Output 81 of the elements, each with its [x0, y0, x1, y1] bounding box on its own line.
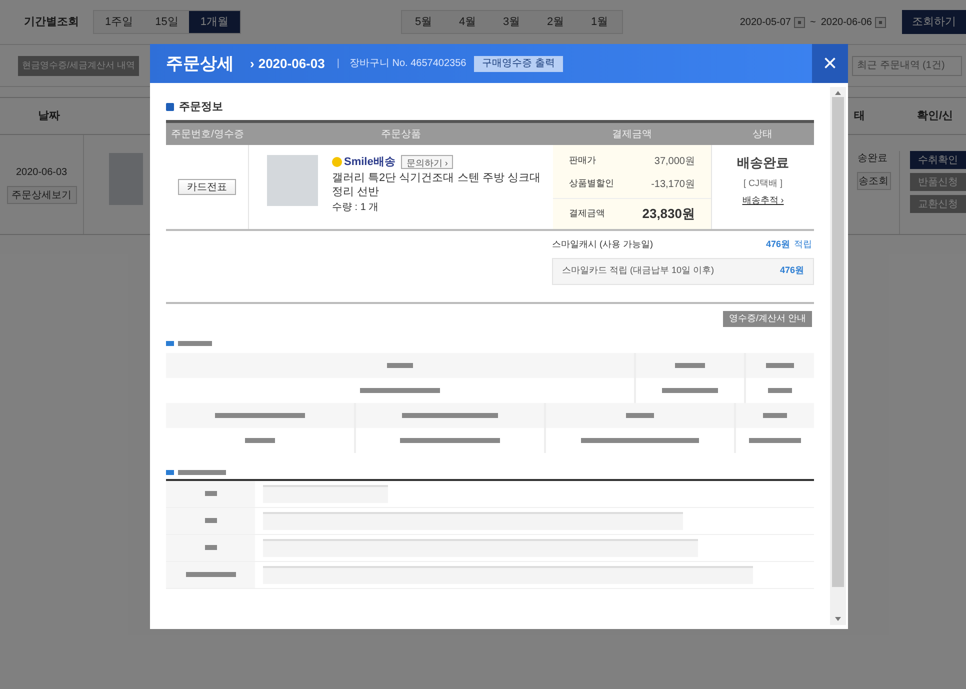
smile-cash-suffix: 적립 — [794, 238, 812, 251]
scroll-up-icon[interactable] — [835, 91, 841, 95]
order-date: 2020-06-03 — [16, 166, 68, 180]
product-name: 갤러리 특2단 식기건조대 스텐 주방 싱크대 정리 선반 — [332, 171, 542, 199]
action-button[interactable]: 수취확인 — [910, 151, 966, 169]
date-from: 2020-05-07 — [740, 16, 791, 30]
delivery-status: 배송완료 — [737, 154, 789, 172]
redacted-text — [204, 491, 216, 496]
filter-label: 기간별조회 — [24, 14, 79, 30]
column-header: 결제금액 — [611, 128, 653, 142]
card-reward-amount: 476원 — [780, 264, 804, 278]
redacted-text — [749, 438, 801, 442]
scroll-thumb[interactable] — [832, 97, 844, 587]
column-header: 태 — [854, 108, 865, 124]
total-label: 결제금액 — [569, 207, 605, 220]
redacted-text — [768, 388, 792, 392]
column-header: 주문상품 — [380, 128, 422, 142]
month-tab[interactable]: 1월 — [578, 11, 622, 33]
tracking-button[interactable]: 송조회 — [857, 172, 892, 190]
price-value: -13,170원 — [651, 178, 695, 192]
redacted-text — [662, 388, 718, 392]
redacted-text — [204, 545, 216, 550]
period-tab[interactable]: 1개월 — [189, 11, 240, 33]
redacted-text — [245, 438, 275, 442]
redacted-text — [675, 362, 705, 368]
order-status: 송완료 — [857, 152, 888, 166]
column-header: 상태 — [752, 128, 774, 142]
column-header: 주문번호/영수증 — [170, 128, 245, 142]
print-receipt-button[interactable]: 구매영수증 출력 — [474, 56, 563, 72]
card-reward-label: 스마일카드 적립 (대금납부 10일 이후) — [562, 264, 714, 278]
receipt-guide-button[interactable]: 영수증/계산서 안내 — [722, 310, 812, 326]
month-tab[interactable]: 4월 — [446, 11, 490, 33]
divider-mark: | — [336, 57, 340, 71]
period-tab[interactable]: 1주일 — [94, 11, 144, 33]
smile-cash-label: 스마일캐시 (사용 가능일) — [552, 238, 653, 251]
column-header: 확인/신 — [917, 108, 954, 124]
recent-orders-field[interactable]: 최근 주문내역 (1건) — [852, 56, 962, 76]
carrier-name: [ CJ택배 ] — [743, 176, 782, 190]
close-button[interactable]: × — [812, 44, 848, 83]
redacted-text — [763, 412, 787, 418]
modal-title: 주문상세 — [166, 52, 234, 75]
month-tab[interactable]: 5월 — [402, 11, 446, 33]
order-detail-button[interactable]: 주문상세보기 — [6, 186, 77, 204]
month-tab[interactable]: 3월 — [490, 11, 534, 33]
column-header: 날짜 — [37, 108, 61, 124]
month-tab[interactable]: 2월 — [534, 11, 578, 33]
redacted-text — [766, 362, 794, 368]
scroll-down-icon[interactable] — [835, 617, 841, 621]
date-separator: ~ — [810, 16, 816, 30]
redacted-text — [626, 412, 654, 418]
order-date: 2020-06-03 — [258, 54, 325, 73]
smile-icon — [332, 157, 342, 167]
product-photo — [267, 155, 318, 206]
redacted-text — [186, 572, 236, 577]
redacted-text — [178, 470, 226, 474]
price-label: 판매가 — [569, 154, 596, 167]
scrollbar[interactable] — [830, 87, 846, 625]
section-title: 주문정보 — [179, 100, 223, 115]
redacted-text — [178, 340, 212, 346]
tracking-link[interactable]: 배송추적 › — [742, 194, 784, 208]
section-marker-icon — [166, 103, 174, 111]
redacted-text — [387, 362, 413, 368]
cart-number: 장바구니 No. 4657402356 — [349, 57, 466, 71]
search-button[interactable]: 조회하기 — [902, 10, 966, 34]
inquiry-button[interactable]: 문의하기 › — [401, 155, 453, 169]
calendar-icon[interactable] — [794, 16, 805, 28]
smile-cash-amount: 476원 — [766, 238, 790, 251]
period-tab[interactable]: 15일 — [144, 11, 190, 33]
total-amount: 23,830원 — [642, 205, 695, 224]
product-quantity: 수량 : 1 개 — [332, 201, 380, 215]
date-to: 2020-06-06 — [820, 16, 872, 30]
arrow-icon: › — [250, 54, 254, 74]
section-marker-icon — [166, 470, 174, 474]
card-slip-button[interactable]: 카드전표 — [178, 179, 236, 195]
product-photo — [109, 153, 144, 205]
price-value: 37,000원 — [654, 155, 695, 169]
redacted-text — [204, 518, 216, 523]
calendar-icon[interactable] — [875, 16, 886, 28]
section-marker-icon — [166, 340, 174, 346]
smile-delivery-label: Smile배송 — [344, 155, 396, 169]
price-label: 상품별할인 — [569, 177, 614, 190]
